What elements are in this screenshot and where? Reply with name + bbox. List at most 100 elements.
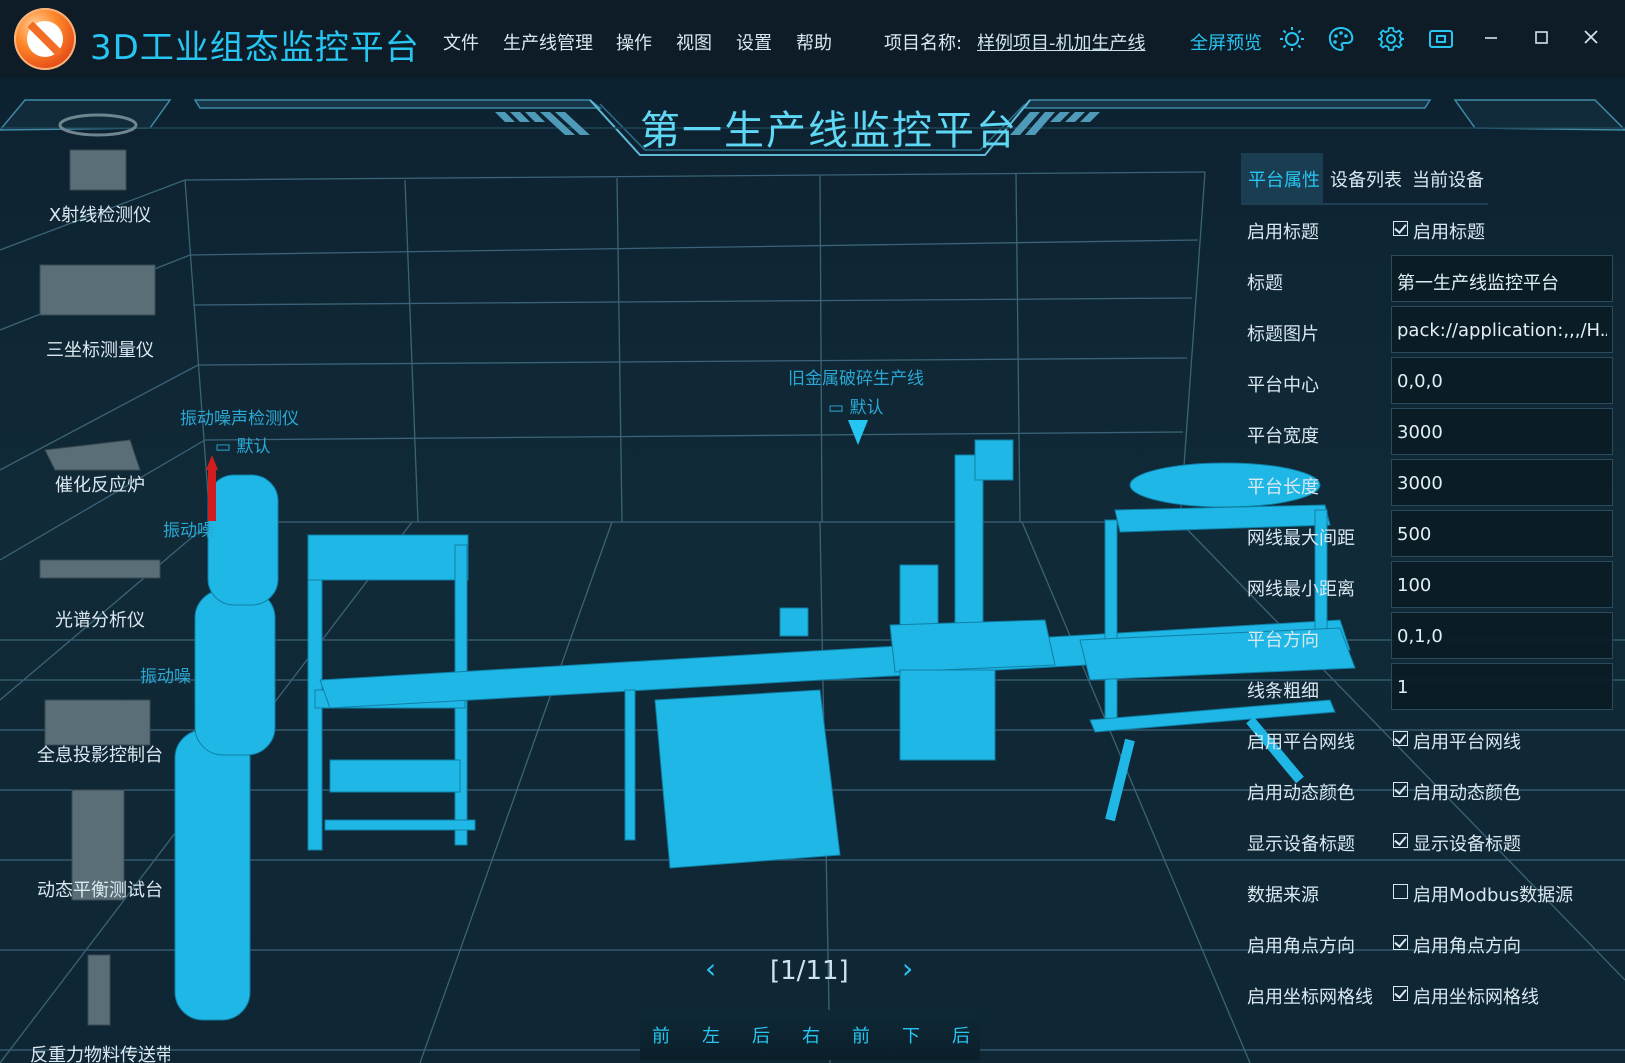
- label-enable-corner-direction: 启用角点方向: [1247, 936, 1355, 957]
- maximize-icon[interactable]: [1528, 24, 1554, 50]
- sun-icon[interactable]: [1279, 26, 1305, 52]
- input-line-thickness-value[interactable]: 1: [1397, 677, 1408, 698]
- station-leg: [1105, 738, 1135, 822]
- palette-item-hologram-console[interactable]: 全息投影控制台: [30, 741, 170, 767]
- minimize-icon[interactable]: [1478, 24, 1504, 50]
- rack-post-left[interactable]: [307, 579, 323, 851]
- palette-item-antigravity-conveyor[interactable]: 反重力物料传送带: [30, 1041, 170, 1063]
- checkbox-enable-platform-grid-text[interactable]: 启用平台网线: [1413, 728, 1521, 754]
- menu-view[interactable]: 视图: [676, 29, 712, 55]
- checkbox-enable-corner-direction[interactable]: [1393, 935, 1408, 950]
- view-back-button[interactable]: 后: [752, 1022, 770, 1048]
- checkbox-enable-coordinate-grid-text[interactable]: 启用坐标网格线: [1413, 983, 1539, 1009]
- input-platform-width-value[interactable]: 3000: [1397, 422, 1443, 443]
- input-title-value[interactable]: 第一生产线监控平台: [1397, 269, 1609, 295]
- view-front-button-2[interactable]: 前: [852, 1022, 870, 1048]
- sensor-box[interactable]: [779, 607, 809, 637]
- checkbox-enable-dynamic-color-text[interactable]: 启用动态颜色: [1413, 779, 1521, 805]
- scene-viewport[interactable]: 第一生产线监控平台 X射线检测仪 三坐标测量仪 催化反应炉 光谱分析仪 全息投影…: [0, 78, 1625, 1063]
- tab-device-list[interactable]: 设备列表: [1330, 166, 1402, 192]
- checkbox-enable-dynamic-color[interactable]: [1393, 782, 1408, 797]
- palette-icon[interactable]: [1328, 26, 1354, 52]
- input-title-image-value[interactable]: pack://application:,,,/H.A: [1397, 320, 1607, 341]
- palette-item-balance-tester[interactable]: 动态平衡测试台: [30, 876, 170, 902]
- menu-settings[interactable]: 设置: [736, 29, 772, 55]
- title-bar: 3D工业组态监控平台 文件 生产线管理 操作 视图 设置 帮助 项目名称: 样例…: [0, 0, 1625, 79]
- conveyor-leg[interactable]: [624, 689, 636, 841]
- line-marker-icon: [848, 420, 868, 445]
- palette-item-catalytic-furnace[interactable]: 催化反应炉: [30, 471, 170, 497]
- label-data-source: 数据来源: [1247, 885, 1319, 906]
- scene-graphics: [0, 99, 1625, 1063]
- view-right-button[interactable]: 右: [802, 1022, 820, 1048]
- menu-file[interactable]: 文件: [443, 29, 479, 55]
- checkbox-enable-modbus[interactable]: [1393, 884, 1408, 899]
- fan-unit-top[interactable]: [207, 474, 279, 606]
- press-head[interactable]: [974, 439, 1014, 481]
- fullscreen-preview-button[interactable]: 全屏预览: [1190, 29, 1262, 55]
- prev-page-button[interactable]: ‹: [705, 952, 716, 985]
- label-show-device-title: 显示设备标题: [1247, 834, 1355, 855]
- device-state-label: ▭ 默认: [215, 432, 270, 457]
- project-name-link[interactable]: 样例项目-机加生产线: [977, 29, 1146, 55]
- press-bed[interactable]: [889, 619, 1056, 673]
- axis-arrow: [208, 466, 216, 521]
- label-title: 标题: [1247, 273, 1283, 294]
- app-window: 3D工业组态监控平台 文件 生产线管理 操作 视图 设置 帮助 项目名称: 样例…: [0, 0, 1625, 1063]
- rack-shelf-low[interactable]: [329, 759, 461, 793]
- line-state-text: 默认: [849, 398, 884, 418]
- station-post-left[interactable]: [1104, 519, 1118, 721]
- next-page-button[interactable]: ›: [902, 952, 913, 985]
- fan-unit-bottom[interactable]: [174, 729, 251, 1021]
- view-left-button[interactable]: 左: [702, 1022, 720, 1048]
- input-grid-min-distance-value[interactable]: 100: [1397, 575, 1431, 596]
- label-platform-direction: 平台方向: [1247, 630, 1319, 651]
- label-grid-min-distance: 网线最小距离: [1247, 579, 1355, 600]
- fan-unit-middle[interactable]: [194, 589, 276, 756]
- input-platform-center-value[interactable]: 0,0,0: [1397, 371, 1443, 392]
- press-motor[interactable]: [899, 564, 939, 626]
- label-platform-center: 平台中心: [1247, 375, 1319, 396]
- view-front-button[interactable]: 前: [652, 1022, 670, 1048]
- device-name-label: 振动噪声检测仪: [180, 409, 299, 429]
- input-platform-direction-value[interactable]: 0,1,0: [1397, 626, 1443, 647]
- menu-production-line[interactable]: 生产线管理: [503, 29, 593, 55]
- monitor-icon[interactable]: [1428, 26, 1454, 52]
- line-state-label: ▭ 默认: [828, 393, 883, 418]
- input-line-thickness[interactable]: [1391, 663, 1613, 710]
- view-bottom-button[interactable]: 下: [902, 1022, 920, 1048]
- gear-icon[interactable]: [1377, 26, 1405, 52]
- checkbox-enable-modbus-text[interactable]: 启用Modbus数据源: [1413, 881, 1573, 907]
- label-enable-dynamic-color: 启用动态颜色: [1247, 783, 1355, 804]
- press-base[interactable]: [899, 669, 996, 761]
- line-name-label: 旧金属破碎生产线: [788, 369, 924, 389]
- checkbox-show-device-title-text[interactable]: 显示设备标题: [1413, 830, 1521, 856]
- close-icon[interactable]: [1578, 24, 1604, 50]
- palette-item-spectrometer[interactable]: 光谱分析仪: [30, 606, 170, 632]
- checkbox-enable-title[interactable]: [1393, 221, 1408, 236]
- rack-top[interactable]: [307, 534, 469, 581]
- tab-platform-properties[interactable]: 平台属性: [1248, 166, 1320, 192]
- checkbox-enable-title-text[interactable]: 启用标题: [1413, 218, 1485, 244]
- checkbox-enable-coordinate-grid[interactable]: [1393, 986, 1408, 1001]
- rack-base[interactable]: [324, 819, 476, 831]
- device-name-label-3: 振动噪: [140, 667, 191, 687]
- menu-operation[interactable]: 操作: [616, 29, 652, 55]
- view-back-button-2[interactable]: 后: [952, 1022, 970, 1048]
- app-title: 3D工业组态监控平台: [90, 28, 420, 68]
- palette-item-cmm[interactable]: 三坐标测量仪: [30, 336, 170, 362]
- checkbox-enable-platform-grid[interactable]: [1393, 731, 1408, 746]
- label-platform-length: 平台长度: [1247, 477, 1319, 498]
- checkbox-show-device-title[interactable]: [1393, 833, 1408, 848]
- palette-item-x-ray-detector[interactable]: X射线检测仪: [30, 201, 170, 227]
- label-enable-title: 启用标题: [1247, 222, 1319, 243]
- input-grid-max-spacing-value[interactable]: 500: [1397, 524, 1431, 545]
- tab-current-device[interactable]: 当前设备: [1412, 166, 1484, 192]
- axis-arrow-head: [206, 455, 218, 470]
- device-name-label-2: 振动噪: [163, 521, 214, 541]
- control-cabinet[interactable]: [654, 689, 841, 869]
- monitor-small-icon: ▭: [828, 398, 845, 418]
- menu-help[interactable]: 帮助: [796, 29, 832, 55]
- input-platform-length-value[interactable]: 3000: [1397, 473, 1443, 494]
- checkbox-enable-corner-direction-text[interactable]: 启用角点方向: [1413, 932, 1521, 958]
